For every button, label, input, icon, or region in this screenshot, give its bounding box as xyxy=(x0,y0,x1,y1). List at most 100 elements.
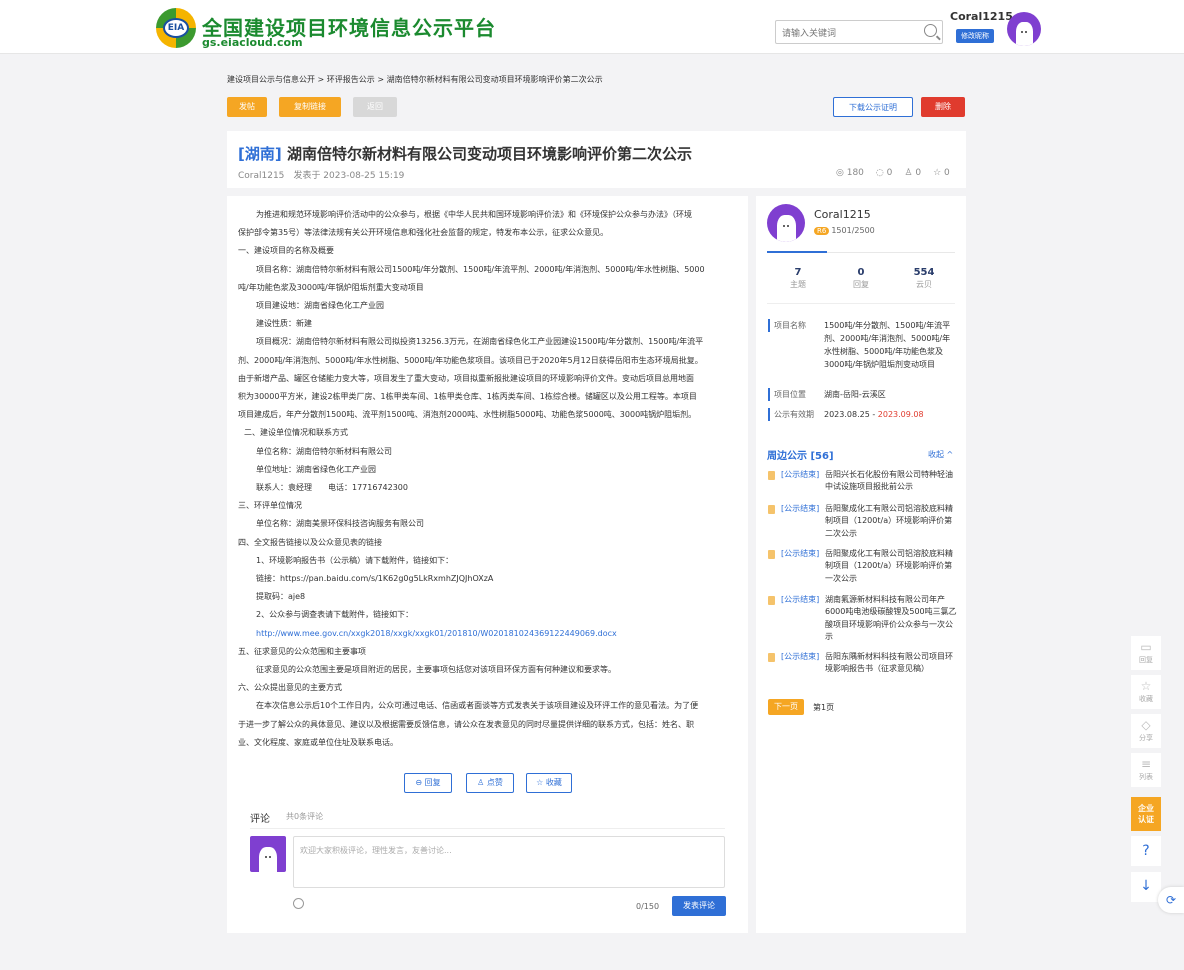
document-icon xyxy=(768,653,775,662)
float-favorite-label: 收藏 xyxy=(1139,695,1153,703)
download-float-button[interactable]: ↓ xyxy=(1131,872,1161,902)
breadcrumb[interactable]: 建设项目公示与信息公开 > 环评报告公示 > 湖南倍特尔新材料有限公司变动项目环… xyxy=(227,74,603,85)
article-body: 为推进和规范环境影响评价活动中的公众参与，根据《中华人民共和国环境影响评价法》和… xyxy=(238,206,738,752)
header-username[interactable]: Coral1215 xyxy=(950,10,1013,23)
copy-link-button[interactable]: 复制链接 xyxy=(279,97,341,117)
site-url: gs.eiacloud.com xyxy=(202,36,303,49)
float-list[interactable]: ≡ 列表 xyxy=(1131,753,1161,787)
header-avatar[interactable] xyxy=(1007,12,1041,46)
body-line: 联系人：袁经理 电话：17716742300 xyxy=(256,483,408,493)
stat-coins[interactable]: 554 云贝 xyxy=(894,267,954,290)
body-line: 项目建成后，年产分散剂1500吨、流平剂1500吨、消泡剂2000吨、水性树脂5… xyxy=(238,410,697,420)
comment-count: 共0条评论 xyxy=(286,812,324,821)
comments-count: 0 xyxy=(886,168,893,178)
profile-avatar[interactable] xyxy=(767,204,805,242)
collapse-toggle[interactable]: 收起 ^ xyxy=(928,449,953,460)
body-line: 一、建设项目的名称及概要 xyxy=(238,246,334,256)
nearby-title-text[interactable]: 岳阳聚成化工有限公司铝溶胶底料精制项目（1200t/a）环境影响评价第二次公示 xyxy=(825,503,957,540)
float-share-label: 分享 xyxy=(1139,734,1153,742)
nearby-item[interactable]: [公示结束] 岳阳东隅新材料科技有限公司项目环境影响报告书（征求意见稿） xyxy=(768,651,958,689)
submit-comment-button[interactable]: 发表评论 xyxy=(672,896,726,916)
comment-icon: ▭ xyxy=(1140,640,1152,654)
active-tab-indicator xyxy=(767,251,827,253)
article-stats: ◎ 180 ◌ 0 ♙ 0 ☆ 0 xyxy=(836,168,950,178)
nearby-title-text[interactable]: 岳阳聚成化工有限公司铝溶胶底料精制项目（1200t/a）环境影响评价第一次公示 xyxy=(825,548,957,585)
body-line: 项目名称：湖南倍特尔新材料有限公司1500吨/年分散剂、1500吨/年流平剂、2… xyxy=(256,264,705,274)
next-page-button[interactable]: 下一页 xyxy=(768,699,804,715)
project-name-value: 1500吨/年分散剂、1500吨/年流平剂、2000吨/年消泡剂、5000吨/年… xyxy=(824,321,951,369)
nearby-item[interactable]: [公示结束] 岳阳兴长石化股份有限公司特种轻油中试设施项目报批前公示 xyxy=(768,469,958,495)
emoji-icon[interactable] xyxy=(293,898,304,909)
help-button[interactable]: ? xyxy=(1131,836,1161,866)
stat-label: 主题 xyxy=(790,280,806,289)
project-name-label: 项目名称 xyxy=(768,319,806,332)
logo-icon[interactable]: EIA xyxy=(156,8,196,48)
post-button[interactable]: 发帖 xyxy=(227,97,267,117)
stat-replies[interactable]: 0 回复 xyxy=(831,267,891,290)
article-title: [湖南] 湖南倍特尔新材料有限公司变动项目环境影响评价第二次公示 xyxy=(238,143,692,164)
likes-count: 0 xyxy=(915,168,922,178)
body-line: 积为30000平方米，建设2栋甲类厂房、1栋甲类车间、1栋甲类仓库、1栋丙类车间… xyxy=(238,392,697,402)
body-line: 为推进和规范环境影响评价活动中的公众参与，根据《中华人民共和国环境影响评价法》和… xyxy=(256,210,692,219)
search-input[interactable] xyxy=(776,23,916,45)
body-line: 提取码：aje8 xyxy=(256,592,306,602)
body-line: 项目概况：湖南倍特尔新材料有限公司拟投资13256.3万元，在湖南省绿色化工产业… xyxy=(256,337,704,347)
enterprise-cert-button[interactable]: 企业认证 xyxy=(1131,797,1161,831)
document-icon xyxy=(768,505,775,514)
nearby-title-text[interactable]: 湖南氟源新材料科技有限公司年产6000吨电池级碳酸锂及500吨三氯乙酸项目环境影… xyxy=(825,594,957,643)
comment-icon: ◌ xyxy=(875,168,884,178)
logo-text: EIA xyxy=(163,18,189,38)
stat-value: 7 xyxy=(794,267,802,278)
profile-level: R6 1501/2500 xyxy=(814,226,875,235)
nearby-title: 周边公示 [56] xyxy=(767,451,834,462)
province-tag[interactable]: [湖南] xyxy=(238,145,282,163)
float-reply[interactable]: ▭ 回复 xyxy=(1131,636,1161,670)
star-icon: ☆ xyxy=(933,168,942,178)
valid-period-label: 公示有效期 xyxy=(768,408,814,421)
profile-name[interactable]: Coral1215 xyxy=(814,208,871,221)
document-icon xyxy=(768,550,775,559)
body-line: 六、公众提出意见的主要方式 xyxy=(238,683,342,693)
like-button[interactable]: ♙ 点赞 xyxy=(466,773,514,793)
reply-button[interactable]: ⊖ 回复 xyxy=(404,773,452,793)
refresh-icon[interactable]: ⟳ xyxy=(1158,887,1184,913)
download-certificate-button[interactable]: 下载公示证明 xyxy=(833,97,913,117)
body-line: 1、环境影响报告书（公示稿）请下载附件，链接如下： xyxy=(256,555,454,565)
nearby-item[interactable]: [公示结束] 岳阳聚成化工有限公司铝溶胶底料精制项目（1200t/a）环境影响评价… xyxy=(768,548,958,586)
post-time: 发表于 2023-08-25 15:19 xyxy=(293,171,405,181)
body-line: 剂、2000吨/年消泡剂、5000吨/年水性树脂、5000吨/年功能色浆项目。该… xyxy=(238,355,703,365)
stat-value: 0 xyxy=(857,267,865,278)
body-line: 吨/年功能色浆及3000吨/年锅炉阻垢剂重大变动项目 xyxy=(238,282,424,292)
comment-input[interactable]: 欢迎大家积极评论，理性发言，友善讨论... xyxy=(293,836,725,888)
float-share[interactable]: ◇ 分享 xyxy=(1131,714,1161,748)
favorite-button[interactable]: ☆ 收藏 xyxy=(526,773,572,793)
body-line: 由于新增产品、罐区仓储能力变大等，项目发生了重大变动，项目拟重新报批建设项目的环… xyxy=(238,373,694,383)
float-favorite[interactable]: ☆ 收藏 xyxy=(1131,675,1161,709)
nearby-item[interactable]: [公示结束] 岳阳聚成化工有限公司铝溶胶底料精制项目（1200t/a）环境影响评价… xyxy=(768,503,958,541)
thumb-icon: ♙ xyxy=(477,778,485,787)
nearby-item[interactable]: [公示结束] 湖南氟源新材料科技有限公司年产6000吨电池级碳酸锂及500吨三氯乙… xyxy=(768,594,958,644)
question-icon: ? xyxy=(1142,843,1150,859)
stat-topics[interactable]: 7 主题 xyxy=(768,267,828,290)
baidu-link[interactable]: 链接：https://pan.baidu.com/s/1K62g0g5LkRxm… xyxy=(238,570,738,588)
survey-link[interactable]: http://www.mee.gov.cn/xxgk2018/xxgk/xxgk… xyxy=(238,625,738,643)
delete-button[interactable]: 删除 xyxy=(921,97,965,117)
search-icon[interactable] xyxy=(924,24,937,37)
nearby-title-text[interactable]: 岳阳兴长石化股份有限公司特种轻油中试设施项目报批前公示 xyxy=(825,469,957,494)
body-line: 业、文化程度、家庭或单位住址及联系电话。 xyxy=(238,737,398,747)
body-line: 二、建设单位情况和联系方式 xyxy=(244,428,348,438)
back-button[interactable]: 返回 xyxy=(353,97,397,117)
document-icon xyxy=(768,596,775,605)
edit-nickname-button[interactable]: 修改昵称 xyxy=(956,29,994,43)
favs-count: 0 xyxy=(944,168,950,178)
nearby-status: [公示结束] xyxy=(781,504,820,513)
comment-section-title: 评论 xyxy=(250,814,270,825)
author[interactable]: Coral1215 xyxy=(238,171,284,181)
nearby-title-text[interactable]: 岳阳东隅新材料科技有限公司项目环境影响报告书（征求意见稿） xyxy=(825,651,957,676)
favs-stat: ☆ 0 xyxy=(933,168,950,178)
share-icon: ◇ xyxy=(1141,718,1151,732)
float-list-label: 列表 xyxy=(1139,773,1153,781)
star-icon: ☆ xyxy=(1140,679,1152,693)
body-line: 单位地址：湖南省绿色化工产业园 xyxy=(256,464,376,474)
reply-button-label: 回复 xyxy=(424,778,441,787)
